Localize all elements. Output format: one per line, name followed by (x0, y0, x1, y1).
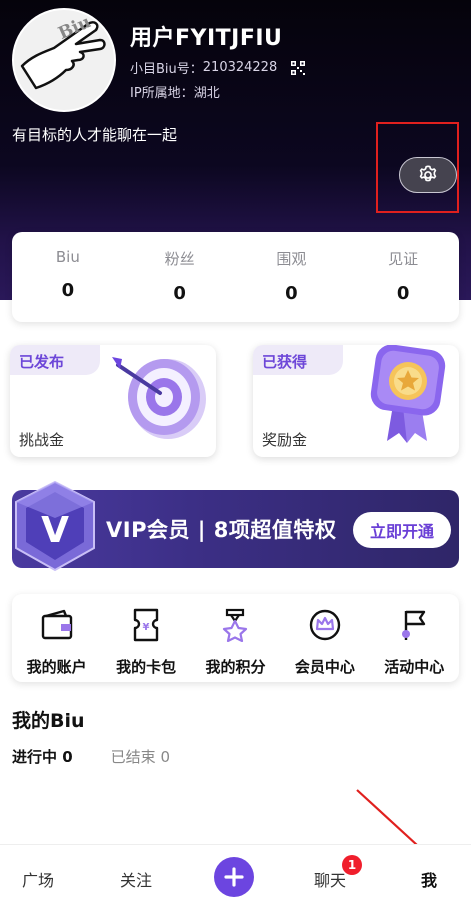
vip-activate-button[interactable]: 立即开通 (353, 512, 451, 548)
stat-label: Biu (55, 248, 80, 266)
vip-banner[interactable]: V VIP会员 | 8项超值特权 立即开通 (12, 480, 459, 572)
wallet-icon (41, 609, 72, 640)
stat-watching[interactable]: 围观 0 (236, 232, 348, 322)
my-biu-title: 我的Biu (12, 710, 85, 732)
menu-label: 我的卡包 (116, 658, 177, 676)
svg-text:¥: ¥ (143, 622, 150, 633)
menu-item-account[interactable]: 我的账户 (15, 608, 99, 677)
create-button[interactable] (214, 857, 254, 897)
card-subtitle: 奖励金 (262, 431, 308, 449)
nav-square[interactable]: 广场 (22, 867, 54, 891)
published-challenge-card[interactable]: 已发布 挑战金 (10, 345, 216, 457)
menu-item-points[interactable]: 我的积分 (193, 608, 277, 677)
ip-location-row: IP所属地： 湖北 (130, 82, 220, 101)
menu-label: 我的账户 (26, 658, 87, 676)
stat-value: 0 (396, 283, 410, 304)
vip-gem-letter: V (41, 510, 69, 551)
nav-me[interactable]: 我 (421, 867, 437, 891)
stat-witness[interactable]: 见证 0 (347, 232, 459, 322)
stat-value: 0 (173, 283, 186, 304)
menu-item-activities[interactable]: 活动中心 (372, 608, 456, 677)
vip-gem-icon: V (15, 480, 95, 572)
menu-item-cards[interactable]: ¥ 我的卡包 (104, 608, 188, 677)
nav-follow[interactable]: 关注 (120, 867, 152, 891)
bottom-nav: 广场 关注 聊天 我 (0, 844, 471, 907)
qr-code-icon[interactable] (291, 60, 306, 75)
stats-card: Biu 0 粉丝 0 围观 0 见证 0 (12, 232, 459, 322)
stat-biu[interactable]: Biu 0 (12, 232, 124, 322)
flag-icon (402, 610, 426, 640)
card-pack-icon: ¥ (133, 608, 159, 642)
tab-in-progress[interactable]: 进行中 0 (12, 746, 73, 767)
biu-id-row: 小目Biu号： 210324228 (130, 58, 306, 77)
stat-label: 围观 (276, 250, 307, 268)
avatar[interactable]: Biu (12, 8, 116, 112)
biu-id-value: 210324228 (202, 60, 278, 75)
stat-value: 0 (61, 280, 75, 301)
medal-icon (370, 345, 446, 443)
stat-value: 0 (285, 283, 298, 304)
my-biu-filter-tabs: 进行中 0 已结束 0 (12, 746, 170, 767)
biu-id-label: 小目Biu号： (130, 62, 203, 77)
earned-reward-card[interactable]: 已获得 奖励金 (253, 345, 459, 457)
card-title: 已获得 (262, 353, 308, 371)
quick-menu: 我的账户 ¥ 我的卡包 我的积分 会员中心 活动中心 (12, 594, 459, 682)
crown-icon (309, 609, 341, 641)
plus-icon (224, 867, 244, 887)
username: 用户FYITJFIU (130, 26, 283, 51)
profile-bio: 有目标的人才能聊在一起 (12, 126, 178, 144)
points-icon (223, 608, 248, 642)
stat-label: 见证 (388, 250, 419, 268)
card-title: 已发布 (19, 353, 65, 371)
stat-label: 粉丝 (164, 250, 195, 268)
ip-location: 湖北 (193, 86, 220, 101)
menu-item-membership[interactable]: 会员中心 (283, 608, 367, 677)
menu-label: 活动中心 (384, 658, 445, 676)
nav-chat[interactable]: 聊天 (314, 867, 346, 891)
tab-ended[interactable]: 已结束 0 (111, 746, 170, 767)
chat-unread-badge: 1 (342, 855, 362, 875)
menu-label: 会员中心 (294, 658, 355, 676)
settings-button[interactable] (399, 157, 457, 193)
card-subtitle: 挑战金 (19, 431, 65, 449)
stat-fans[interactable]: 粉丝 0 (124, 232, 236, 322)
menu-label: 我的积分 (205, 658, 266, 676)
ip-label: IP所属地： (130, 86, 194, 101)
gear-icon (419, 165, 437, 182)
vip-title: VIP会员 | 8项超值特权 (106, 518, 337, 542)
target-icon (112, 357, 206, 439)
